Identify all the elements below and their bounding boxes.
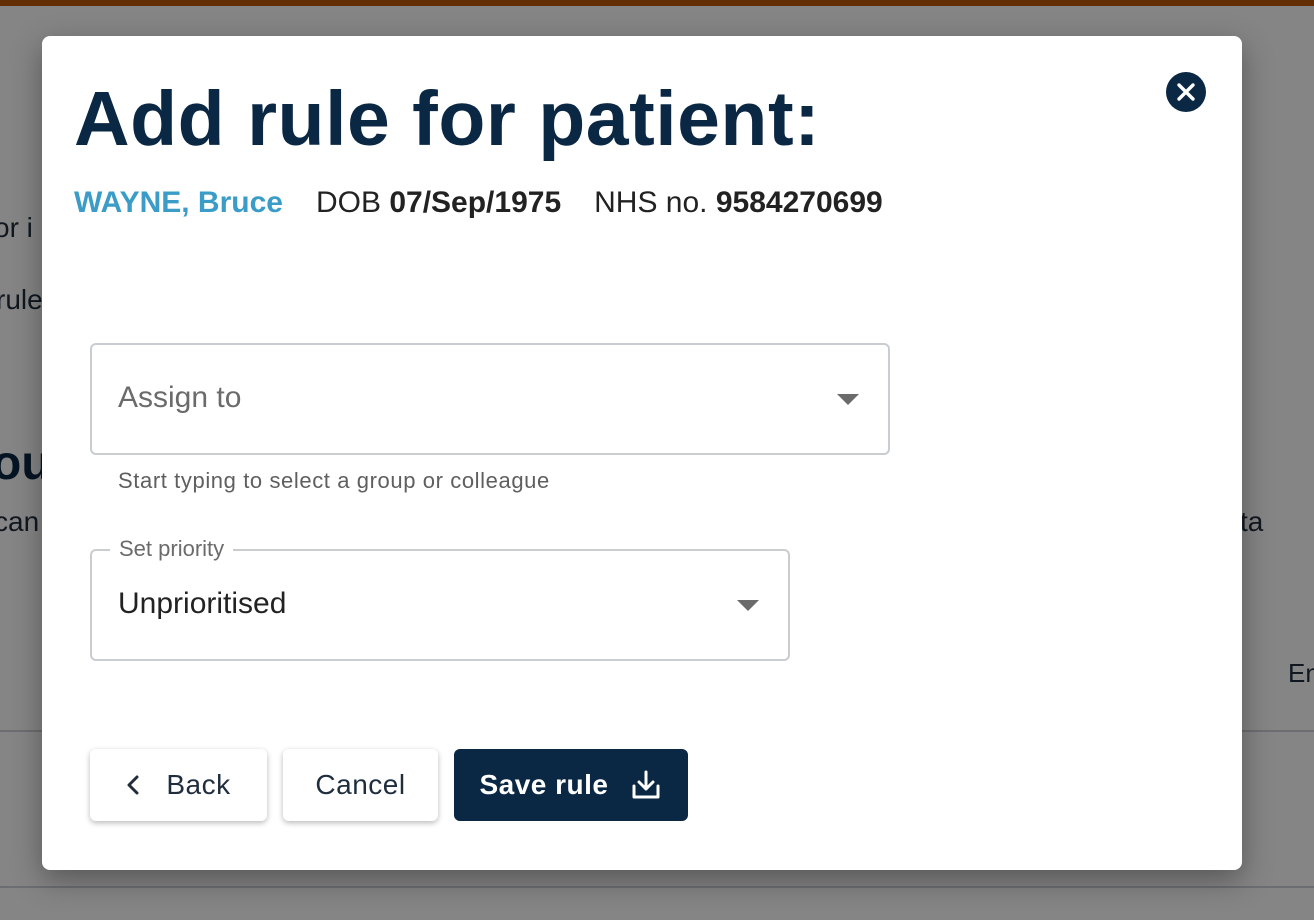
chevron-down-icon [737,600,759,611]
dob-label: DOB [315,186,381,219]
nhs-label: NHS no. [594,186,708,219]
cancel-button-label: Cancel [315,769,406,800]
dialog-title: Add rule for patient: [74,76,821,162]
nhs-value: 9584270699 [715,186,883,219]
priority-label: Set priority [110,536,234,562]
patient-dob: DOB 07/Sep/1975 [316,186,561,220]
dob-value: 07/Sep/1975 [389,186,562,219]
patient-name: WAYNE, Bruce [74,186,283,219]
back-button-label: Back [166,769,231,800]
close-icon [1177,83,1195,101]
chevron-left-icon [126,774,140,796]
priority-value: Unprioritised [118,587,287,620]
chevron-down-icon [837,394,859,405]
priority-select[interactable]: Set priority Unprioritised [90,536,790,661]
close-button[interactable] [1166,72,1206,112]
assign-to-helper-text: Start typing to select a group or collea… [118,468,550,493]
save-rule-button-label: Save rule [479,769,609,800]
back-button[interactable]: Back [90,749,267,821]
add-rule-dialog: Add rule for patient: WAYNE, Bruce DOB 0… [42,36,1242,870]
patient-info: WAYNE, Bruce DOB 07/Sep/1975 NHS no. 958… [74,186,883,220]
cancel-button[interactable]: Cancel [283,749,438,821]
assign-to-placeholder: Assign to [118,381,242,414]
save-rule-button[interactable]: Save rule [454,749,688,821]
download-icon [629,769,663,801]
patient-nhs-number: NHS no. 9584270699 [594,186,883,220]
assign-to-select[interactable]: Assign to [90,343,890,455]
